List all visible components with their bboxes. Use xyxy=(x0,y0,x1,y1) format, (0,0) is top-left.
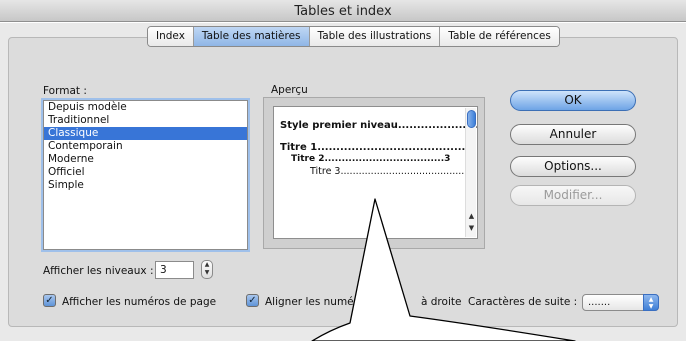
callout-shape xyxy=(311,198,576,341)
tables-index-dialog: Tables et index Index Table des matières… xyxy=(0,0,686,341)
callout-bubble xyxy=(311,198,576,341)
